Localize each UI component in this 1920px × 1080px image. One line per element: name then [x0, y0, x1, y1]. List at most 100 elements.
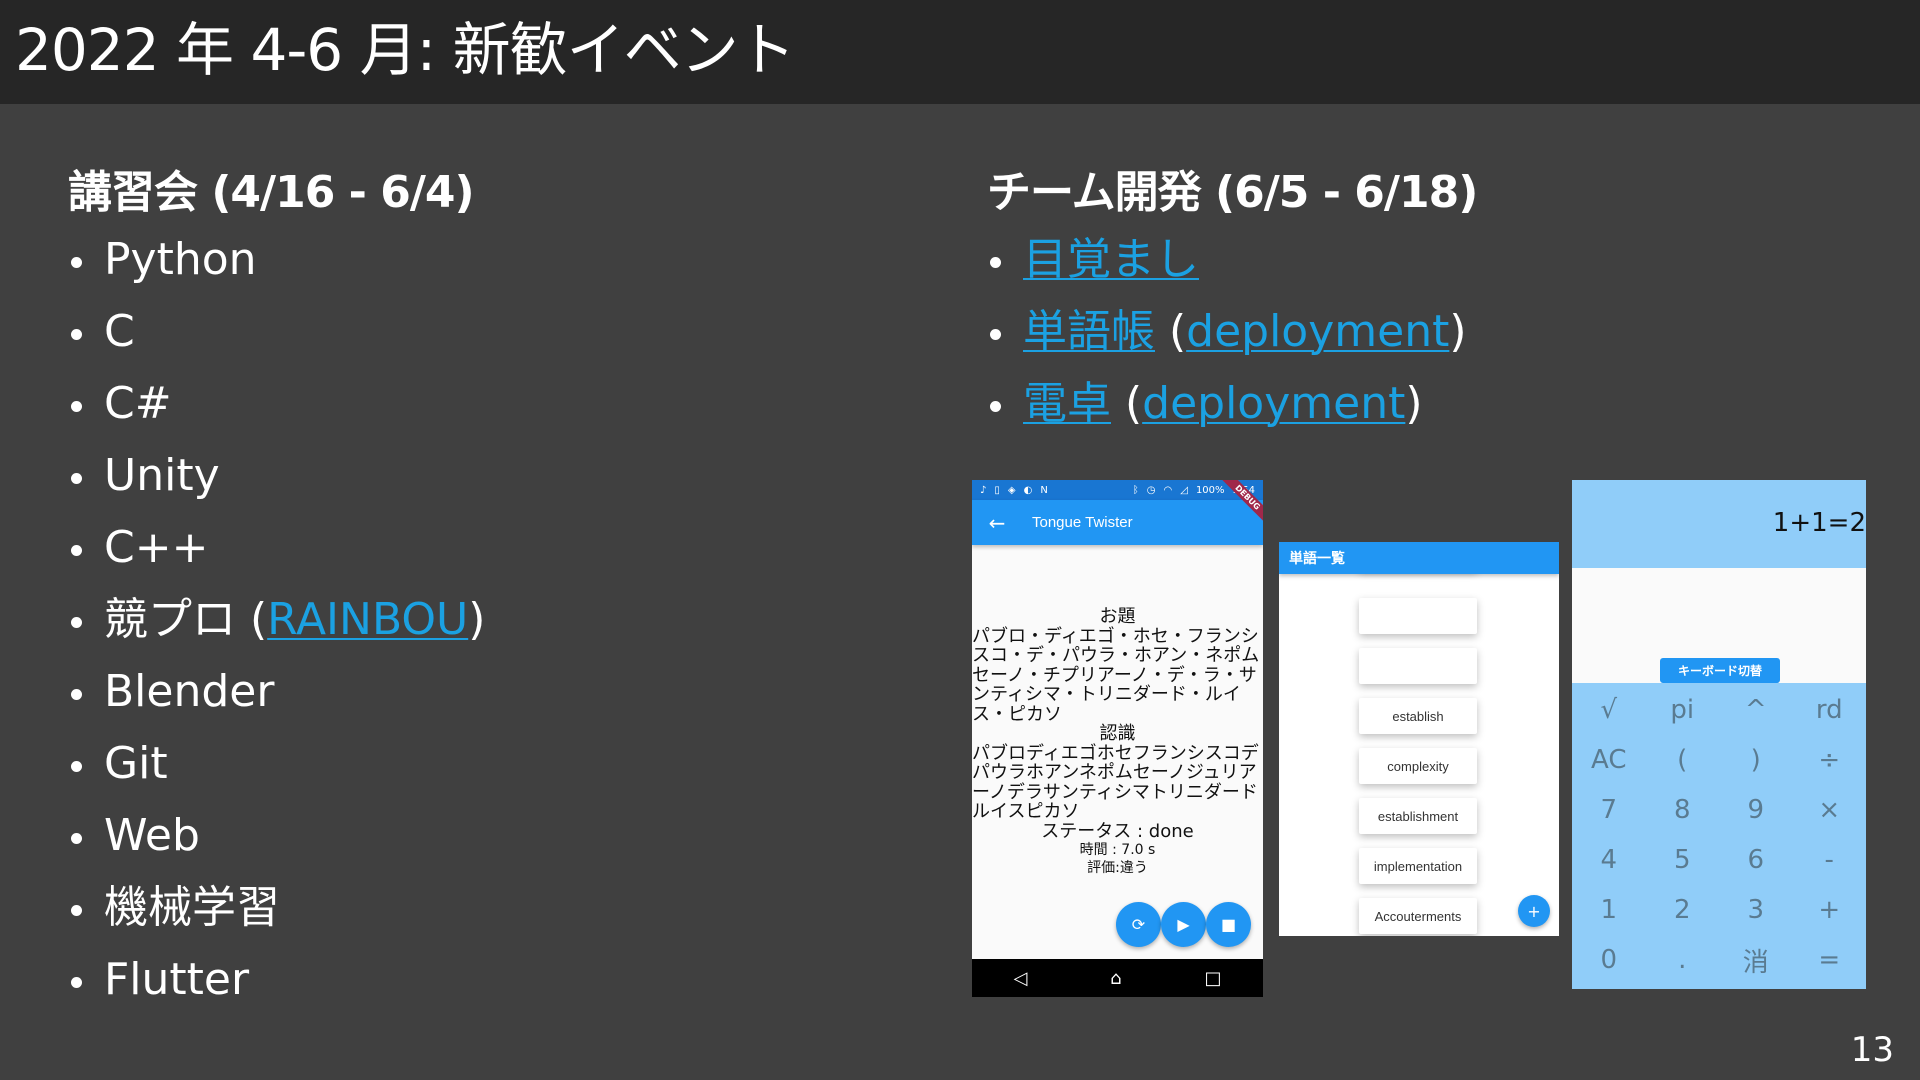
- team-dev-heading: チーム開発 (6/5 - 6/18): [987, 167, 1478, 218]
- slide-header: 2022 年 4-6 月: 新歓イベント: [0, 0, 1920, 104]
- calculator-key[interactable]: AC: [1572, 735, 1646, 785]
- slide-title: 2022 年 4-6 月: 新歓イベント: [15, 16, 796, 84]
- headset-icon: ◐: [1023, 484, 1033, 496]
- wordbook-deployment-link[interactable]: deployment: [1186, 306, 1449, 357]
- word-card[interactable]: Accouterments: [1359, 898, 1477, 934]
- calculator-key[interactable]: -: [1793, 835, 1867, 885]
- list-item: Git: [68, 728, 485, 800]
- team-dev-list: 目覚まし 単語帳 (deployment) 電卓 (deployment): [987, 224, 1477, 440]
- stop-icon[interactable]: ■: [1206, 902, 1251, 947]
- calculator-key[interactable]: 6: [1719, 835, 1793, 885]
- rainbou-link[interactable]: RAINBOU: [267, 594, 468, 645]
- calculator-key[interactable]: 2: [1646, 885, 1720, 935]
- calculator-key[interactable]: 4: [1572, 835, 1646, 885]
- calculator-key[interactable]: 7: [1572, 785, 1646, 835]
- alarm-icon: ◷: [1146, 484, 1156, 496]
- page-number: 13: [1850, 1030, 1894, 1070]
- workshop-section: 講習会 (4/16 - 6/4) Python C C# Unity C++ 競…: [68, 162, 485, 1016]
- nav-back-icon[interactable]: ◁: [1013, 968, 1027, 989]
- bluetooth-icon: ᛒ: [1132, 484, 1139, 496]
- keyboard-switch-button[interactable]: キーボード切替: [1660, 658, 1780, 683]
- calculator-key[interactable]: rd: [1793, 685, 1867, 735]
- add-icon[interactable]: +: [1518, 895, 1550, 927]
- word-card[interactable]: complexity: [1359, 748, 1477, 784]
- workshop-list: Python C C# Unity C++ 競プロ (RAINBOU) Blen…: [68, 224, 485, 1016]
- word-card[interactable]: [1359, 648, 1477, 684]
- nav-home-icon[interactable]: ⌂: [1110, 968, 1121, 989]
- calculator-key[interactable]: .: [1646, 935, 1720, 985]
- topic-label: お題: [1099, 606, 1136, 627]
- list-item: C#: [68, 368, 485, 440]
- calculator-key[interactable]: pi: [1646, 685, 1720, 735]
- list-item: Blender: [68, 656, 485, 728]
- calculator-key[interactable]: (: [1646, 735, 1720, 785]
- calculator-deployment-link[interactable]: deployment: [1142, 378, 1405, 429]
- music-icon: ♪: [980, 484, 987, 496]
- app-bar: ← Tongue Twister: [972, 500, 1263, 545]
- wordlist-screenshot: 単語一覧 establish complexity establishment …: [1279, 542, 1559, 936]
- workshop-heading: 講習会 (4/16 - 6/4): [68, 167, 475, 218]
- recognition-label: 認識: [1099, 723, 1136, 744]
- calculator-key[interactable]: ×: [1793, 785, 1867, 835]
- list-item: 競プロ (RAINBOU): [68, 584, 485, 656]
- list-item: Python: [68, 224, 485, 296]
- calculator-key[interactable]: 9: [1719, 785, 1793, 835]
- calculator-key[interactable]: ÷: [1793, 735, 1867, 785]
- topic-text: パブロ・ディエゴ・ホセ・フランシスコ・デ・パウラ・ホアン・ネポムセーノ・チプリア…: [972, 625, 1260, 725]
- calculator-keypad: √ pi ^ rd AC() ÷ 7 8 9 × 4 5 6- 1 2 3 +0. 消 =: [1572, 683, 1866, 985]
- back-arrow-icon[interactable]: ←: [972, 511, 1022, 535]
- signal-icon: ◿: [1180, 484, 1188, 496]
- calculator-screenshot: 1+1=2 キーボード切替 √ pi ^ rd AC() ÷ 7 8 9 × 4 5 6- 1 2 3 +0. 消…: [1572, 480, 1866, 989]
- calculator-key[interactable]: 消: [1719, 935, 1793, 985]
- app-title: 単語一覧: [1289, 551, 1345, 567]
- calculator-blank-area: キーボード切替: [1572, 568, 1866, 683]
- recognition-text: パブロディエゴホセフランシスコデパウラホアンネポムセーノジュリアーノデラサンティ…: [972, 742, 1259, 822]
- tongue-twister-screenshot: ♪ ▯ ◈ ◐ N ᛒ ◷ ◠ ◿ 100% 9:54 ← Tongue Twi…: [972, 480, 1263, 997]
- fab-group: ⟳ ▶ ■: [1116, 902, 1251, 947]
- alarm-app-link[interactable]: 目覚まし: [1023, 234, 1199, 285]
- twister-content: お題 パブロ・ディエゴ・ホセ・フランシスコ・デ・パウラ・ホアン・ネポムセーノ・チ…: [972, 607, 1263, 877]
- wifi-icon: ◠: [1163, 484, 1173, 496]
- team-dev-section: チーム開発 (6/5 - 6/18) 目覚まし 単語帳 (deployment)…: [987, 162, 1478, 440]
- calculator-key[interactable]: √: [1572, 685, 1646, 735]
- calculator-key[interactable]: 0: [1572, 935, 1646, 985]
- calculator-key[interactable]: ): [1719, 735, 1793, 785]
- app-bar: 単語一覧: [1279, 542, 1559, 574]
- word-card[interactable]: [1359, 598, 1477, 634]
- calculator-display: 1+1=2: [1572, 480, 1866, 568]
- list-item: Unity: [68, 440, 485, 512]
- cast-icon: ◈: [1007, 484, 1016, 496]
- status-text: ステータス : done: [1041, 820, 1194, 842]
- calculator-key[interactable]: =: [1793, 935, 1867, 985]
- list-item: C++: [68, 512, 485, 584]
- nav-recent-icon[interactable]: □: [1205, 968, 1222, 989]
- calculator-key[interactable]: 3: [1719, 885, 1793, 935]
- list-item: 目覚まし: [987, 224, 1477, 296]
- list-item: Web: [68, 800, 485, 872]
- android-nav-bar: ◁ ⌂ □: [972, 959, 1263, 997]
- nfc-icon: N: [1040, 484, 1048, 496]
- evaluation-text: 評価:違う: [1087, 860, 1148, 876]
- calculator-app-link[interactable]: 電卓: [1023, 378, 1111, 429]
- list-item: 単語帳 (deployment): [987, 296, 1477, 368]
- word-card[interactable]: implementation: [1359, 848, 1477, 884]
- calculator-key[interactable]: 5: [1646, 835, 1720, 885]
- wordbook-app-link[interactable]: 単語帳: [1023, 306, 1155, 357]
- play-icon[interactable]: ▶: [1161, 902, 1206, 947]
- calculator-key[interactable]: ^: [1719, 685, 1793, 735]
- app-title: Tongue Twister: [1032, 514, 1133, 531]
- calculator-key[interactable]: 1: [1572, 885, 1646, 935]
- refresh-icon[interactable]: ⟳: [1116, 902, 1161, 947]
- battery-level: 100%: [1195, 484, 1225, 496]
- list-item: 電卓 (deployment): [987, 368, 1477, 440]
- calculator-key[interactable]: 8: [1646, 785, 1720, 835]
- phone-icon: ▯: [994, 484, 1000, 496]
- word-card[interactable]: establishment: [1359, 798, 1477, 834]
- word-card[interactable]: establish: [1359, 698, 1477, 734]
- notification-icons: ♪ ▯ ◈ ◐ N: [980, 485, 1048, 496]
- list-item: 機械学習: [68, 872, 485, 944]
- list-item: Flutter: [68, 944, 485, 1016]
- app-body: お題 パブロ・ディエゴ・ホセ・フランシスコ・デ・パウラ・ホアン・ネポムセーノ・チ…: [972, 545, 1263, 959]
- status-bar: ♪ ▯ ◈ ◐ N ᛒ ◷ ◠ ◿ 100% 9:54: [972, 480, 1263, 500]
- calculator-key[interactable]: +: [1793, 885, 1867, 935]
